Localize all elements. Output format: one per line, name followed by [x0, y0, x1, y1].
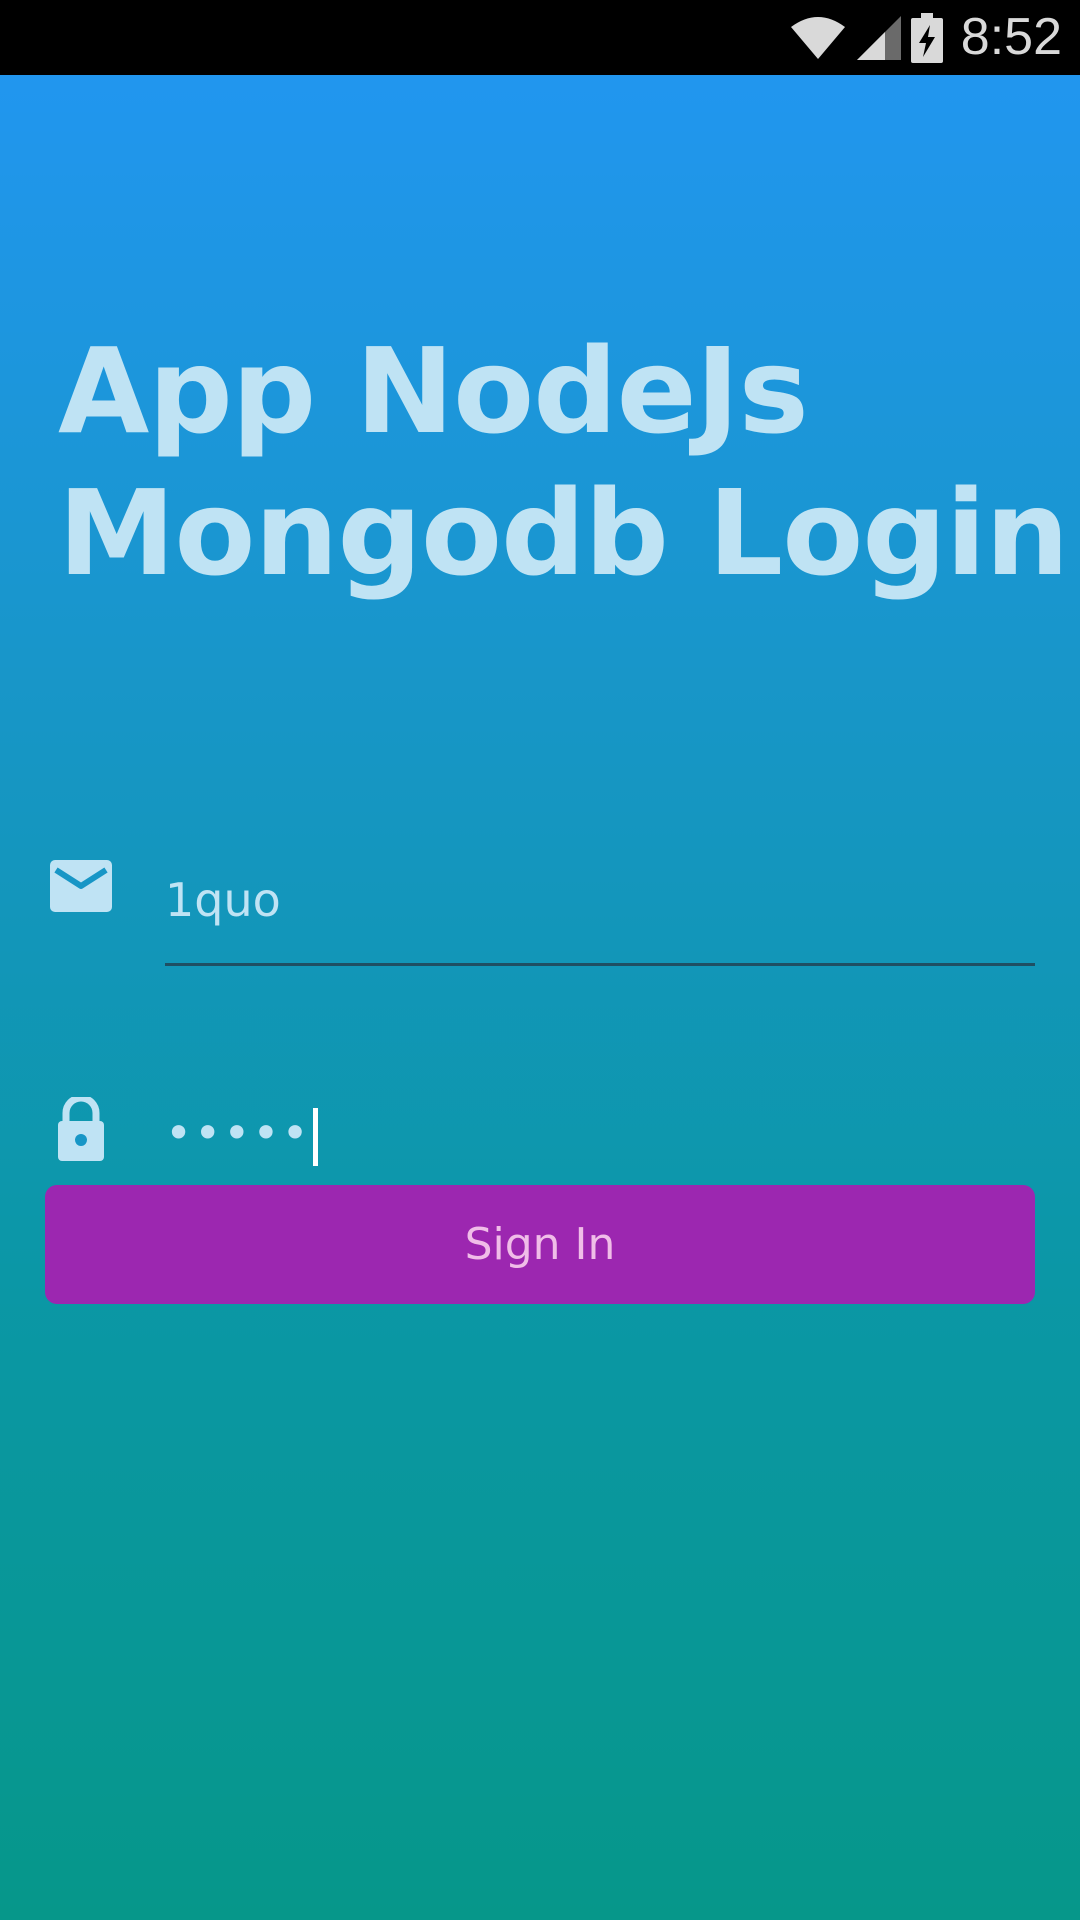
- cell-signal-icon: [855, 14, 903, 62]
- email-field-underline: [165, 963, 1035, 966]
- title-line-2: Mongodb Login: [58, 464, 1069, 602]
- page-title: App NodeJs Mongodb Login: [58, 320, 1069, 604]
- password-field-row: •••••: [0, 1005, 1080, 1207]
- sign-in-button[interactable]: Sign In: [45, 1185, 1035, 1304]
- email-field[interactable]: 1quo: [165, 860, 1035, 940]
- wifi-icon: [789, 15, 847, 61]
- password-value: •••••: [165, 1106, 311, 1160]
- status-icons: 8:52: [789, 0, 1062, 75]
- lock-icon: [50, 1094, 112, 1166]
- title-line-1: App NodeJs: [58, 322, 809, 460]
- login-screen: App NodeJs Mongodb Login 1quo ••••• Sign…: [0, 75, 1080, 1920]
- text-cursor: [312, 1107, 318, 1166]
- status-bar: 8:52: [0, 0, 1080, 75]
- email-field-row: 1quo: [0, 775, 1080, 975]
- password-field[interactable]: •••••: [165, 1093, 1035, 1173]
- status-time: 8:52: [960, 8, 1062, 66]
- battery-charging-icon: [910, 12, 943, 63]
- email-icon: [50, 860, 112, 917]
